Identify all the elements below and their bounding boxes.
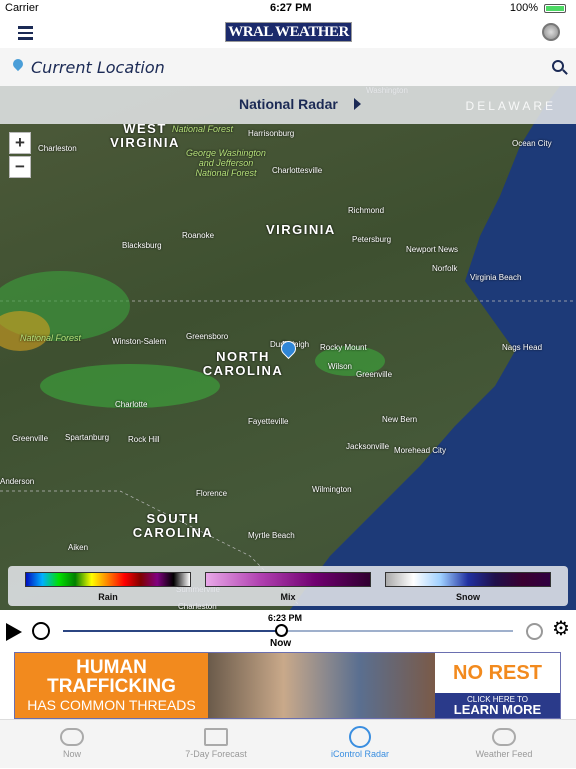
map-label: Myrtle Beach (248, 531, 295, 540)
current-location[interactable]: Current Location (31, 58, 165, 77)
tab-bar: Now 7-Day Forecast iControl Radar Weathe… (0, 719, 576, 768)
timeline-slider[interactable] (63, 630, 513, 632)
radar-header[interactable]: National Radar DELAWARE (0, 86, 576, 124)
radar-map[interactable]: WEST VIRGINIA VIRGINIA NORTH CAROLINA SOUTH… (0, 86, 576, 610)
ad-photo (208, 653, 435, 718)
battery-icon (544, 4, 566, 13)
ad-line: HUMAN (76, 657, 147, 678)
play-arrow-icon[interactable] (354, 98, 361, 110)
tab-weather-feed[interactable]: Weather Feed (432, 720, 576, 769)
location-bar[interactable]: Current Location (0, 48, 576, 86)
map-label: Rocky Mount (320, 343, 367, 352)
location-pin-icon (10, 56, 26, 72)
carrier: Carrier (5, 2, 39, 14)
cloud-pencil-icon (492, 728, 516, 746)
map-label: Fayetteville (248, 417, 289, 426)
map-label: Richmond (348, 206, 385, 215)
map-label: DELAWARE (465, 99, 556, 113)
tab-label: Now (62, 749, 81, 759)
map-label: Charlotte (115, 400, 148, 409)
ad-cta[interactable]: NO REST CLICK HERE TO LEARN MORE (435, 653, 560, 718)
ad-line: TRAFFICKING (47, 676, 176, 697)
radar-title[interactable]: National Radar (239, 96, 338, 112)
nav-bar: WRAL WEATHER (0, 16, 576, 48)
tab-label: 7-Day Forecast (185, 749, 247, 759)
map-label: George Washington and Jefferson National… (186, 148, 266, 178)
map-label: Charleston (38, 144, 77, 153)
map-label: SOUTH CAROLINA (132, 511, 214, 540)
map-label: Florence (196, 489, 228, 498)
snow-scale (385, 572, 551, 587)
map-label: New Bern (382, 415, 418, 424)
map-label: Morehead City (394, 446, 447, 455)
tab-label: Weather Feed (475, 749, 533, 759)
map-label: Harrisonburg (248, 129, 295, 138)
map-label: Greenville (12, 434, 49, 443)
ad-banner[interactable]: HUMAN TRAFFICKING HAS COMMON THREADS NO … (14, 652, 561, 719)
future-icon[interactable] (526, 623, 543, 640)
tab-label: iControl Radar (330, 749, 390, 759)
map-label: Charlottesville (272, 166, 323, 175)
precip-legend: Rain Mix Snow (8, 566, 568, 606)
map-label: Norfolk (432, 264, 458, 273)
frame-time: 6:23 PM (268, 613, 303, 623)
map-label: Anderson (0, 477, 35, 486)
map-label: Virginia Beach (470, 273, 522, 282)
snow-label: Snow (456, 592, 480, 602)
mix-scale (205, 572, 371, 587)
map-label: NORTH CAROLINA (202, 349, 284, 378)
now-label: Now (270, 638, 292, 649)
zoom-in-button[interactable]: + (9, 132, 31, 154)
search-icon[interactable] (552, 60, 564, 72)
ad-headline: HUMAN TRAFFICKING HAS COMMON THREADS (15, 653, 208, 718)
play-icon[interactable] (6, 623, 22, 641)
tab-7-day-forecast[interactable]: 7-Day Forecast (144, 720, 288, 769)
map-label: Blacksburg (122, 241, 162, 250)
tab-icontrol-radar[interactable]: iControl Radar (288, 720, 432, 769)
map-label: Ocean City (512, 139, 552, 148)
history-icon[interactable] (32, 622, 50, 640)
rain-label: Rain (98, 592, 118, 602)
map-label: Aiken (68, 543, 89, 552)
map-label: Winston-Salem (112, 337, 167, 346)
battery-percent: 100% (509, 2, 538, 14)
mix-label: Mix (280, 592, 296, 602)
status-bar: Carrier 6:27 PM 100% (0, 0, 576, 16)
ad-line: HAS COMMON THREADS (27, 697, 196, 713)
ad-cta-button[interactable]: LEARN MORE (435, 703, 560, 716)
map-label: Newport News (406, 245, 459, 254)
playback-controls: 6:23 PM Now ⚙ (0, 610, 576, 652)
map-label: Greenville (356, 370, 393, 379)
map-label: National Forest (20, 333, 82, 343)
map-label: Nags Head (502, 343, 543, 352)
map-label: Wilson (328, 362, 353, 371)
timeline-knob[interactable] (275, 624, 288, 637)
gear-icon[interactable]: ⚙ (552, 619, 570, 639)
map-label: Greensboro (186, 332, 229, 341)
map-label: Rock Hill (128, 435, 160, 444)
cloud-clock-icon (60, 728, 84, 746)
map-label: National Forest (172, 124, 234, 134)
clock: 6:27 PM (270, 2, 312, 14)
map-label: Petersburg (352, 235, 392, 244)
rain-scale (25, 572, 191, 587)
wral-weather-logo: WRAL WEATHER (225, 22, 352, 42)
tab-now[interactable]: Now (0, 720, 144, 769)
zoom-out-button[interactable]: − (9, 156, 31, 178)
radar-icon (349, 726, 371, 748)
calendar-grid-icon (204, 728, 228, 746)
globe-icon[interactable] (542, 23, 560, 41)
menu-icon[interactable] (18, 26, 33, 43)
map-label: VIRGINIA (266, 222, 336, 237)
timeline-progress (63, 630, 284, 632)
ad-brand: NO REST (435, 653, 560, 693)
map-label: Spartanburg (65, 433, 110, 442)
map-label: Jacksonville (346, 442, 390, 451)
map-label: Wilmington (312, 485, 352, 494)
map-label: Roanoke (182, 231, 215, 240)
